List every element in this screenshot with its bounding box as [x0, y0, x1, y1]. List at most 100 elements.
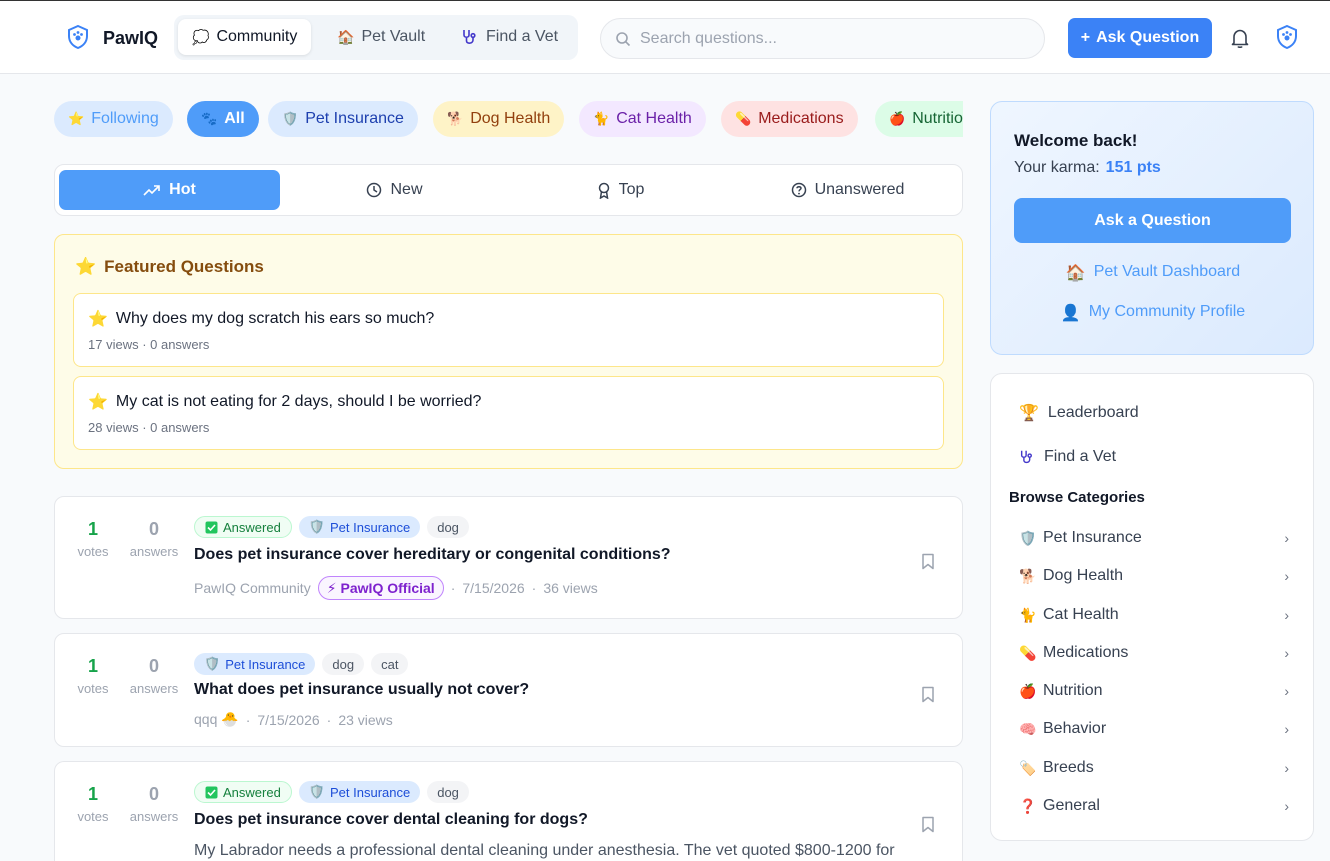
sidebar-category-nutrition[interactable]: 🍎 Nutrition ›	[1019, 682, 1289, 700]
question-title[interactable]: Does pet insurance cover hereditary or c…	[194, 546, 671, 564]
category-pill-following[interactable]: ⭐ Following	[54, 101, 173, 137]
author-name[interactable]: PawIQ Community	[194, 580, 311, 596]
shield-icon: 🛡️	[308, 784, 325, 799]
category-pill-label: Cat Health	[616, 110, 692, 127]
shield-icon: 🛡️	[1019, 529, 1037, 546]
sort-tab-label: Top	[618, 181, 645, 198]
author-name[interactable]: qqq 🐣	[194, 711, 239, 728]
ask-a-question-button[interactable]: Ask a Question	[1014, 198, 1291, 243]
featured-question-item[interactable]: ⭐ My cat is not eating for 2 days, should…	[73, 376, 944, 450]
category-tag[interactable]: 🛡️ Pet Insurance	[298, 516, 421, 538]
ask-question-button[interactable]: + Ask Question	[1068, 18, 1212, 58]
official-badge: ⚡ PawIQ Official	[317, 576, 444, 600]
sidebar-category-general[interactable]: ❓ General ›	[1019, 797, 1289, 815]
question-card[interactable]: 1 votes 0 answers Answered 🛡️ Pet Insuran…	[54, 496, 963, 619]
featured-question-item[interactable]: ⭐ Why does my dog scratch his ears so muc…	[73, 293, 944, 367]
sidebar-category-cat-health[interactable]: 🐈 Cat Health ›	[1019, 606, 1289, 624]
pill-icon: 💊	[735, 111, 752, 126]
chevron-right-icon: ›	[1284, 683, 1289, 699]
community-profile-link[interactable]: 👤 My Community Profile	[991, 303, 1315, 323]
main-nav: 💭 Community 🏠 Pet Vault Find a Vet	[174, 15, 578, 60]
stethoscope-icon	[1020, 450, 1032, 464]
sort-tab-new[interactable]: New	[284, 170, 505, 210]
chevron-right-icon: ›	[1284, 530, 1289, 546]
shield-logo-icon[interactable]	[67, 25, 89, 49]
bookmark-icon[interactable]	[921, 553, 935, 570]
house-icon: 🏠	[1065, 265, 1086, 282]
shield-icon: 🛡️	[308, 519, 325, 534]
category-pill-nutrition[interactable]: 🍎 Nutrition	[875, 101, 963, 137]
question-title[interactable]: Does pet insurance cover dental cleaning…	[194, 811, 588, 829]
apple-icon: 🍎	[1019, 682, 1037, 699]
star-icon: ⭐	[68, 111, 85, 126]
sort-tab-label: Unanswered	[814, 181, 905, 198]
nav-tab-pet-vault[interactable]: 🏠 Pet Vault	[323, 19, 439, 55]
topic-tag[interactable]: dog	[427, 781, 469, 803]
category-pill-all[interactable]: 🐾 All	[187, 101, 259, 137]
answered-badge: Answered	[194, 781, 292, 803]
plus-icon: +	[1080, 29, 1091, 46]
question-excerpt: My Labrador needs a professional dental …	[194, 842, 895, 859]
sort-tab-top[interactable]: Top	[510, 170, 731, 210]
category-pill-dog-health[interactable]: 🐕 Dog Health	[433, 101, 565, 137]
sidebar-item-find-vet[interactable]: Find a Vet	[1019, 448, 1116, 466]
category-pill-pet-insurance[interactable]: 🛡️ Pet Insurance	[268, 101, 418, 137]
featured-title: ⭐ Featured Questions	[75, 257, 264, 276]
question-card[interactable]: 1 votes 0 answers 🛡️ Pet Insurance dog ca…	[54, 633, 963, 747]
sort-tab-label: Hot	[169, 181, 196, 198]
sidebar-category-behavior[interactable]: 🧠 Behavior ›	[1019, 720, 1289, 738]
karma-display: Your karma: 151 pts	[1014, 159, 1161, 176]
category-pill-label: Dog Health	[470, 110, 551, 127]
question-tags: Answered 🛡️ Pet Insurance dog	[194, 781, 469, 803]
featured-question-meta: 28 views · 0 answers	[88, 420, 210, 435]
question-date: 7/15/2026	[257, 711, 320, 728]
shield-icon: 🛡️	[204, 656, 221, 671]
sidebar-category-pet-insurance[interactable]: 🛡️ Pet Insurance ›	[1019, 529, 1289, 547]
top-header: PawIQ 💭 Community 🏠 Pet Vault Find a Vet…	[0, 0, 1330, 74]
answer-count: 0 answers	[129, 656, 179, 696]
ask-question-label: Ask Question	[1096, 29, 1200, 46]
category-tag[interactable]: 🛡️ Pet Insurance	[194, 653, 316, 675]
category-pill-cat-health[interactable]: 🐈 Cat Health	[579, 101, 706, 137]
trophy-icon: 🏆	[1019, 405, 1039, 422]
topic-tag[interactable]: dog	[322, 653, 365, 675]
sort-tab-unanswered[interactable]: Unanswered	[737, 170, 958, 210]
question-card[interactable]: 1 votes 0 answers Answered 🛡️ Pet Insuran…	[54, 761, 963, 861]
help-circle-icon	[791, 182, 806, 198]
clock-icon	[367, 182, 382, 198]
vote-count: 1 votes	[77, 784, 109, 824]
sidebar-category-dog-health[interactable]: 🐕 Dog Health ›	[1019, 567, 1289, 585]
label-icon: 🏷️	[1019, 759, 1037, 776]
sidebar-item-leaderboard[interactable]: 🏆 Leaderboard	[1019, 403, 1139, 423]
topic-tag[interactable]: dog	[427, 516, 469, 538]
featured-question-meta: 17 views · 0 answers	[88, 337, 210, 352]
welcome-card: Welcome back! Your karma: 151 pts Ask a Q…	[990, 101, 1314, 355]
bell-icon[interactable]	[1229, 27, 1251, 49]
question-meta: PawIQ Community ⚡ PawIQ Official · 7/15/2…	[194, 576, 598, 600]
question-title[interactable]: What does pet insurance usually not cove…	[194, 681, 529, 699]
brand-name[interactable]: PawIQ	[103, 28, 158, 49]
paw-icon: 🐾	[201, 111, 218, 126]
search-input[interactable]	[640, 29, 1020, 48]
view-count: 23 views	[338, 711, 393, 728]
topic-tag[interactable]: cat	[371, 653, 409, 675]
category-pill-label: Medications	[758, 110, 844, 127]
sidebar-category-medications[interactable]: 💊 Medications ›	[1019, 644, 1289, 662]
house-icon: 🏠	[337, 28, 355, 45]
category-tag[interactable]: 🛡️ Pet Insurance	[298, 781, 421, 803]
sidebar-category-breeds[interactable]: 🏷️ Breeds ›	[1019, 759, 1289, 777]
vote-count: 1 votes	[77, 656, 109, 696]
nav-tab-community[interactable]: 💭 Community	[178, 19, 312, 55]
star-icon: ⭐	[88, 394, 108, 411]
category-pill-label: Following	[91, 110, 159, 127]
user-avatar-icon[interactable]	[1276, 25, 1298, 49]
check-square-icon	[205, 521, 218, 533]
bookmark-icon[interactable]	[921, 816, 935, 833]
featured-questions-panel: ⭐ Featured Questions ⭐ Why does my dog sc…	[54, 234, 963, 469]
pet-vault-dashboard-link[interactable]: 🏠 Pet Vault Dashboard	[991, 263, 1315, 283]
bookmark-icon[interactable]	[921, 686, 935, 703]
search-bar[interactable]	[600, 18, 1045, 59]
sort-tab-hot[interactable]: Hot	[59, 170, 280, 210]
nav-tab-find-vet[interactable]: Find a Vet	[447, 19, 572, 55]
category-pill-medications[interactable]: 💊 Medications	[721, 101, 858, 137]
